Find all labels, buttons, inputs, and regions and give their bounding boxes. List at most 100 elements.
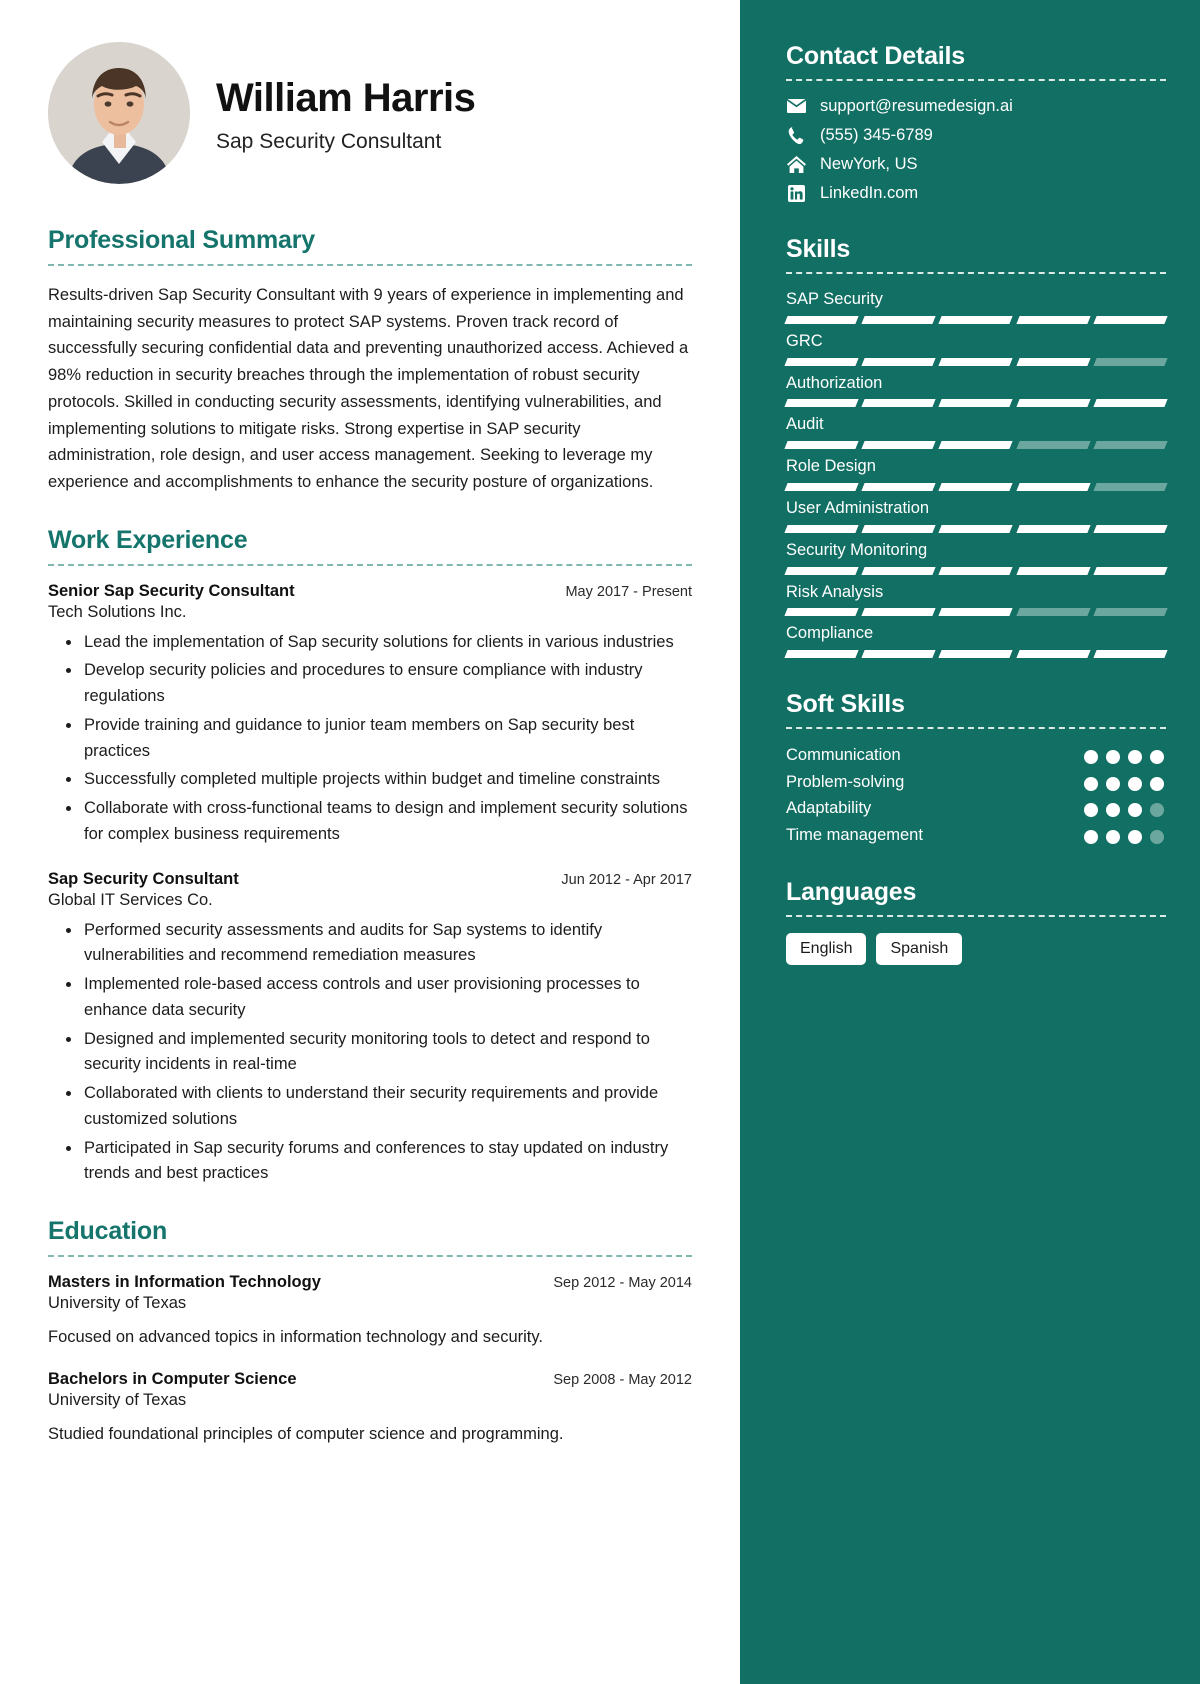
job-bullet: Participated in Sap security forums and …: [48, 1136, 692, 1187]
soft-skill-name: Adaptability: [786, 799, 872, 818]
language-tag-list: English Spanish: [786, 932, 1166, 965]
soft-skill-name: Time management: [786, 826, 923, 845]
section-work-experience: Work Experience Senior Sap Security Cons…: [48, 526, 692, 1187]
skill-segment: [784, 566, 859, 575]
soft-skills-list: Communication Problem-solving Adaptability…: [786, 745, 1166, 846]
education-date: Sep 2012 - May 2014: [553, 1274, 692, 1291]
home-icon: [786, 156, 806, 173]
section-heading-summary: Professional Summary: [48, 226, 315, 254]
resume-header: William Harris Sap Security Consultant: [48, 42, 692, 184]
skill-segment: [1093, 524, 1168, 533]
skill-segment: [784, 315, 859, 324]
skill-name: Compliance: [786, 624, 874, 643]
job-date: May 2017 - Present: [565, 583, 692, 600]
skill-name: Security Monitoring: [786, 540, 928, 559]
page-title: William Harris: [216, 75, 476, 120]
divider: [48, 1254, 692, 1257]
job-date: Jun 2012 - Apr 2017: [561, 871, 692, 888]
skill-segment: [938, 441, 1014, 450]
job-bullet: Provide training and guidance to junior …: [48, 713, 692, 764]
soft-skill-row: Problem-solving: [786, 772, 1166, 793]
job-title: Sap Security Consultant: [216, 129, 442, 153]
skill-segment: [938, 315, 1014, 324]
skill-segment: [1015, 441, 1091, 450]
soft-skill-dot: [1128, 803, 1142, 818]
skill-level-bar: [784, 357, 1168, 366]
soft-skill-dots: [1084, 745, 1166, 765]
skill-segment: [1093, 482, 1168, 491]
skill-level-bar: [784, 566, 1168, 575]
skill-segment: [938, 482, 1014, 491]
skill-row: User Administration: [784, 498, 1168, 533]
skill-segment: [938, 650, 1014, 659]
name-block: William Harris Sap Security Consultant: [216, 72, 476, 154]
skill-segment: [1093, 650, 1168, 659]
job-bullet: Implemented role-based access controls a…: [48, 972, 692, 1023]
section-heading-experience: Work Experience: [48, 525, 248, 554]
section-skills: Skills SAP Security GRC Authorization Audit…: [784, 235, 1168, 659]
skill-segment: [938, 399, 1014, 408]
phone-icon: [786, 127, 806, 144]
contact-item[interactable]: NewYork, US: [786, 155, 1166, 174]
section-heading-languages: Languages: [786, 877, 917, 906]
language-tag: Spanish: [876, 932, 963, 965]
contact-value: NewYork, US: [820, 155, 918, 173]
education-school: University of Texas: [48, 1293, 187, 1312]
skill-name: Role Design: [786, 457, 876, 476]
soft-skill-dot: [1084, 776, 1098, 791]
skill-segment: [1093, 399, 1168, 408]
skill-segment: [861, 399, 937, 408]
soft-skill-row: Time management: [786, 825, 1166, 846]
contact-item[interactable]: LinkedIn.com: [786, 184, 1166, 203]
contact-list: support@resumedesign.ai (555) 345-6789 New…: [786, 97, 1166, 203]
skill-name: User Administration: [786, 498, 930, 517]
skill-segment: [1015, 399, 1091, 408]
divider: [786, 272, 1166, 274]
soft-skill-dot: [1128, 776, 1142, 791]
job-bullet: Collaborate with cross-functional teams …: [48, 796, 692, 847]
contact-item[interactable]: support@resumedesign.ai: [786, 97, 1166, 116]
education-degree: Masters in Information Technology: [48, 1272, 321, 1291]
resume-page: William Harris Sap Security Consultant P…: [0, 0, 1200, 1684]
skill-segment: [1015, 482, 1091, 491]
skill-name: GRC: [786, 331, 823, 350]
job-bullet: Lead the implementation of Sap security …: [48, 630, 692, 656]
contact-value: LinkedIn.com: [820, 184, 919, 202]
soft-skill-dot: [1128, 750, 1142, 765]
skill-segment: [784, 482, 859, 491]
skill-segment: [784, 441, 859, 450]
soft-skill-dot: [1150, 750, 1164, 765]
soft-skill-dot: [1084, 830, 1098, 845]
education-list: Masters in Information Technology Sep 201…: [48, 1273, 692, 1447]
skill-level-bar: [784, 650, 1168, 659]
section-professional-summary: Professional Summary Results-driven Sap …: [48, 226, 692, 496]
education-entry: Bachelors in Computer Science Sep 2008 - …: [48, 1370, 692, 1447]
skill-segment: [938, 566, 1014, 575]
contact-item[interactable]: (555) 345-6789: [786, 126, 1166, 145]
skill-name: Authorization: [786, 373, 883, 392]
skill-segment: [1015, 566, 1091, 575]
skill-segment: [784, 399, 859, 408]
soft-skill-dot: [1084, 750, 1098, 765]
job-role: Senior Sap Security Consultant: [48, 581, 295, 600]
skill-segment: [938, 357, 1014, 366]
experience-entry: Sap Security Consultant Jun 2012 - Apr 20…: [48, 870, 692, 1187]
soft-skill-dot: [1128, 830, 1142, 845]
job-bullet-list: Lead the implementation of Sap security …: [48, 630, 692, 848]
skill-segment: [784, 608, 859, 617]
experience-header: Sap Security Consultant Jun 2012 - Apr 20…: [48, 870, 692, 889]
skill-segment: [861, 315, 937, 324]
skill-segment: [861, 357, 937, 366]
linkedin-icon: [786, 185, 806, 202]
job-bullet: Performed security assessments and audit…: [48, 918, 692, 969]
skill-level-bar: [784, 482, 1168, 491]
skill-segment: [861, 482, 937, 491]
section-heading-contact: Contact Details: [786, 42, 965, 70]
education-description: Studied foundational principles of compu…: [48, 1424, 564, 1443]
avatar: [48, 42, 190, 184]
skill-segment: [1093, 608, 1168, 617]
skill-segment: [784, 650, 859, 659]
skill-segment: [1015, 650, 1091, 659]
skill-segment: [861, 524, 937, 533]
skill-level-bar: [784, 441, 1168, 450]
